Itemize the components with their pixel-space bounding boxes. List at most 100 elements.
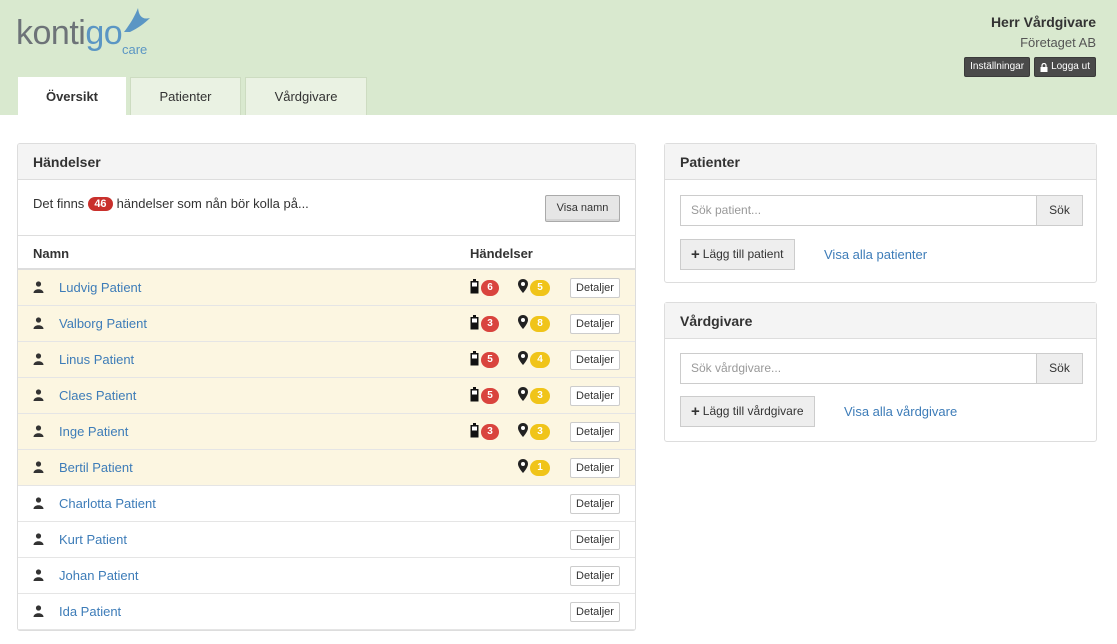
table-row: Ida Patient Detaljer bbox=[18, 594, 635, 630]
patient-search-button[interactable]: Sök bbox=[1036, 195, 1083, 226]
show-names-button[interactable]: Visa namn bbox=[545, 195, 620, 222]
patient-name-link[interactable]: Charlotta Patient bbox=[59, 496, 156, 511]
battery-icon bbox=[470, 387, 479, 405]
battery-icon bbox=[470, 279, 479, 297]
battery-icon bbox=[470, 351, 479, 369]
caregivers-panel: Vårdgivare Sök vårdgivare... Sök + Lägg … bbox=[664, 302, 1097, 442]
details-button[interactable]: Detaljer bbox=[570, 494, 620, 514]
map-pin-icon bbox=[518, 387, 528, 404]
patient-name-link[interactable]: Claes Patient bbox=[59, 388, 136, 403]
location-count-badge: 3 bbox=[530, 423, 550, 440]
location-events: 8 bbox=[518, 315, 550, 332]
table-row: Johan Patient Detaljer bbox=[18, 558, 635, 594]
user-info: Herr Vårdgivare Företaget AB bbox=[991, 14, 1096, 50]
table-row: Claes Patient 5 3 Detaljer bbox=[18, 378, 635, 414]
details-button[interactable]: Detaljer bbox=[570, 278, 620, 298]
patient-name-link[interactable]: Valborg Patient bbox=[59, 316, 147, 331]
person-icon bbox=[33, 281, 44, 296]
events-panel: Händelser Det finns 46 händelser som nån… bbox=[17, 143, 636, 631]
settings-button[interactable]: Inställningar bbox=[964, 57, 1031, 77]
battery-events: 5 bbox=[470, 387, 499, 405]
battery-events: 3 bbox=[470, 315, 499, 333]
logo-subtext: care bbox=[122, 42, 148, 57]
caregiver-search-input[interactable]: Sök vårdgivare... bbox=[680, 353, 1036, 384]
patient-name-link[interactable]: Bertil Patient bbox=[59, 460, 133, 475]
header-actions: Inställningar Logga ut bbox=[964, 57, 1096, 77]
event-count-badge: 46 bbox=[88, 196, 113, 211]
location-count-badge: 4 bbox=[530, 351, 550, 368]
user-name: Herr Vårdgivare bbox=[990, 14, 1096, 30]
location-count-badge: 1 bbox=[530, 459, 550, 476]
patient-name-link[interactable]: Johan Patient bbox=[59, 568, 139, 583]
table-row: Charlotta Patient Detaljer bbox=[18, 486, 635, 522]
main-tabs: Översikt Patienter Vårdgivare bbox=[18, 77, 371, 115]
tab-patienter[interactable]: Patienter bbox=[130, 77, 241, 115]
details-button[interactable]: Detaljer bbox=[570, 458, 620, 478]
events-table-body: Ludvig Patient 6 5 Detaljer Valborg Patient 3… bbox=[18, 270, 635, 630]
col-name-header: Namn bbox=[33, 246, 70, 261]
bird-logo-icon bbox=[124, 8, 150, 32]
person-icon bbox=[33, 353, 44, 368]
patient-search-input[interactable]: Sök patient... bbox=[680, 195, 1036, 226]
battery-icon bbox=[470, 423, 479, 441]
person-icon bbox=[33, 497, 44, 512]
map-pin-icon bbox=[518, 315, 528, 332]
location-count-badge: 3 bbox=[530, 387, 550, 404]
tab-oversikt[interactable]: Översikt bbox=[18, 77, 126, 115]
app-header: kontigo care Herr Vårdgivare Företaget A… bbox=[0, 0, 1117, 115]
map-pin-icon bbox=[518, 279, 528, 296]
details-button[interactable]: Detaljer bbox=[570, 422, 620, 442]
caregiver-search-button[interactable]: Sök bbox=[1036, 353, 1083, 384]
battery-count-badge: 5 bbox=[481, 352, 499, 368]
add-patient-button[interactable]: + Lägg till patient bbox=[680, 239, 795, 270]
battery-count-badge: 3 bbox=[481, 424, 499, 440]
tab-vardgivare[interactable]: Vårdgivare bbox=[245, 77, 367, 115]
patient-name-link[interactable]: Inge Patient bbox=[59, 424, 128, 439]
map-pin-icon bbox=[518, 423, 528, 440]
table-row: Linus Patient 5 4 Detaljer bbox=[18, 342, 635, 378]
logout-label: Logga ut bbox=[1051, 61, 1090, 72]
map-pin-icon bbox=[518, 459, 528, 476]
kontigo-care-logo[interactable]: kontigo care bbox=[16, 8, 156, 63]
person-icon bbox=[33, 605, 44, 620]
battery-events: 6 bbox=[470, 279, 499, 297]
map-pin-icon bbox=[518, 351, 528, 368]
show-all-caregivers-link[interactable]: Visa alla vårdgivare bbox=[844, 404, 957, 419]
person-icon bbox=[33, 389, 44, 404]
patient-name-link[interactable]: Linus Patient bbox=[59, 352, 134, 367]
details-button[interactable]: Detaljer bbox=[570, 350, 620, 370]
location-count-badge: 8 bbox=[530, 315, 550, 332]
logout-button[interactable]: Logga ut bbox=[1034, 57, 1096, 77]
details-button[interactable]: Detaljer bbox=[570, 386, 620, 406]
lock-icon bbox=[1040, 62, 1048, 72]
patients-panel: Patienter Sök patient... Sök + Lägg till… bbox=[664, 143, 1097, 283]
battery-count-badge: 5 bbox=[481, 388, 499, 404]
events-panel-title: Händelser bbox=[18, 144, 635, 180]
location-count-badge: 5 bbox=[530, 279, 550, 296]
details-button[interactable]: Detaljer bbox=[570, 314, 620, 334]
battery-events: 3 bbox=[470, 423, 499, 441]
add-caregiver-button[interactable]: + Lägg till vårdgivare bbox=[680, 396, 815, 427]
battery-count-badge: 6 bbox=[481, 280, 499, 296]
info-prefix: Det finns bbox=[33, 196, 85, 211]
company-name: Företaget AB bbox=[1020, 35, 1096, 50]
events-info-row: Det finns 46 händelser som nån bör kolla… bbox=[18, 180, 635, 236]
info-suffix: händelser som nån bör kolla på... bbox=[116, 196, 309, 211]
person-icon bbox=[33, 425, 44, 440]
person-icon bbox=[33, 461, 44, 476]
battery-icon bbox=[470, 315, 479, 333]
details-button[interactable]: Detaljer bbox=[570, 602, 620, 622]
col-events-header: Händelser bbox=[470, 246, 533, 261]
location-events: 4 bbox=[518, 351, 550, 368]
location-events: 3 bbox=[518, 423, 550, 440]
details-button[interactable]: Detaljer bbox=[570, 566, 620, 586]
add-caregiver-label: Lägg till vårdgivare bbox=[702, 404, 804, 418]
patient-name-link[interactable]: Ida Patient bbox=[59, 604, 121, 619]
patient-name-link[interactable]: Kurt Patient bbox=[59, 532, 127, 547]
caregivers-panel-title: Vårdgivare bbox=[665, 303, 1096, 339]
show-all-patients-link[interactable]: Visa alla patienter bbox=[824, 247, 927, 262]
location-events: 3 bbox=[518, 387, 550, 404]
table-row: Inge Patient 3 3 Detaljer bbox=[18, 414, 635, 450]
details-button[interactable]: Detaljer bbox=[570, 530, 620, 550]
patient-name-link[interactable]: Ludvig Patient bbox=[59, 280, 141, 295]
